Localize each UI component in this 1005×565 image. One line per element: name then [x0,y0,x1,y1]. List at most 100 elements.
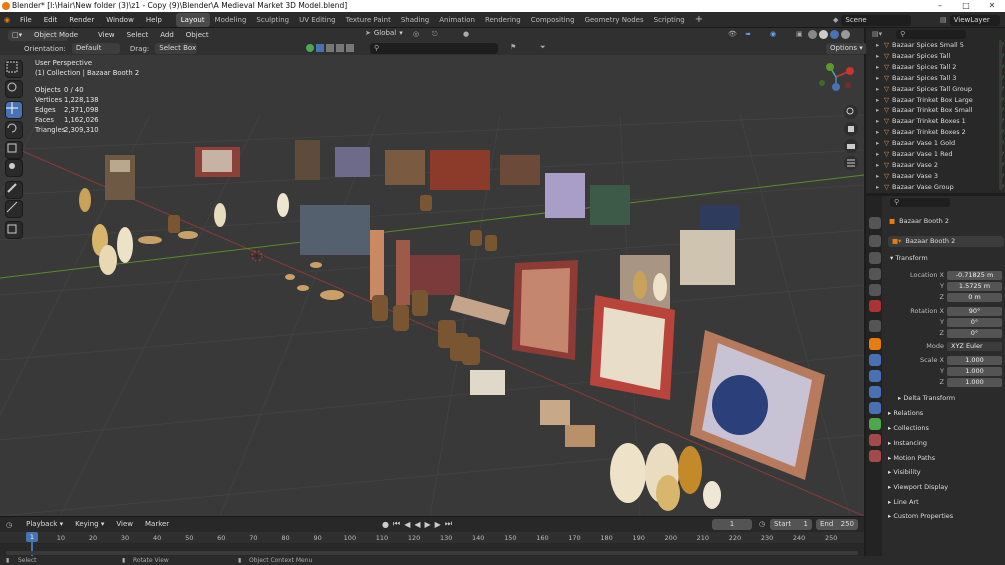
outliner-item[interactable]: ▸▽Bazaar Trinket Box Large▽ [876,95,1004,106]
play-icon[interactable]: ▶ [425,520,431,529]
select-tool-button[interactable] [5,60,23,78]
proportional-edit-icon[interactable]: ● [463,30,469,38]
select-subtract-icon[interactable] [336,44,344,52]
panel-instancing[interactable]: ▸ Instancing [888,439,927,447]
close-icon[interactable]: ✕ [979,0,1005,12]
next-keyframe-icon[interactable]: ▶ [435,520,441,529]
timeline-scrollbar[interactable] [6,551,858,555]
select-invert-icon[interactable] [346,44,354,52]
outliner-item[interactable]: ▸▽Bazaar Vase 1 Gold▽ [876,138,1004,149]
cursor-tool-button[interactable] [5,80,23,98]
current-frame-field[interactable]: 1 [712,519,752,530]
object-name-field[interactable]: ■▾ Bazaar Booth 2 [888,236,1004,247]
timeline-menu-marker[interactable]: Marker [139,519,175,530]
vp-menu-view[interactable]: View [92,27,121,43]
panel-visibility[interactable]: ▸ Visibility [888,468,921,476]
delta-transform-header[interactable]: ▸ Delta Transform [898,394,955,402]
constraints-tab-icon[interactable] [869,402,881,414]
rotation-x-field[interactable]: 90° [947,307,1002,316]
panel-custom-properties[interactable]: ▸ Custom Properties [888,512,953,520]
tab-texture-paint[interactable]: Texture Paint [341,13,396,27]
scale-tool-button[interactable] [5,141,23,159]
rotation-mode-dropdown[interactable]: XYZ Euler [947,342,1002,351]
menu-file[interactable]: File [14,12,38,28]
scale-x-field[interactable]: 1.000 [947,356,1002,365]
panel-relations[interactable]: ▸ Relations [888,409,923,417]
drag-dropdown[interactable]: Select Box [155,43,198,54]
color-picker-icon[interactable] [306,44,314,52]
scene-selector[interactable]: ◆ Scene [833,14,912,26]
gizmo-icon[interactable]: ➠ [745,30,751,38]
menu-window[interactable]: Window [100,12,140,28]
solid-shading-icon[interactable] [819,30,828,39]
physics-tab-icon[interactable] [869,386,881,398]
mode-dropdown[interactable]: Object Mode [30,30,80,41]
outliner-scrollbar[interactable] [999,40,1002,190]
add-cube-tool-button[interactable] [5,221,23,239]
rotation-z-field[interactable]: 0° [947,329,1002,338]
tab-uv-editing[interactable]: UV Editing [294,13,341,27]
outliner-search-input[interactable]: ⚲ [896,29,967,39]
frame-ruler[interactable]: 1102030405060708090100110120130140150160… [0,532,864,543]
expand-arrow-icon[interactable]: ▸ [876,149,884,160]
expand-arrow-icon[interactable]: ▸ [876,116,884,127]
outliner-item[interactable]: ▸▽Bazaar Spices Tall 3▽ [876,73,1004,84]
output-tab-icon[interactable] [869,252,881,264]
render-tab-icon[interactable] [869,235,881,247]
panel-collections[interactable]: ▸ Collections [888,424,929,432]
record-icon[interactable]: ● [382,520,389,529]
snap-icon[interactable]: ⎋ [432,30,438,39]
bookmark-icon[interactable]: ⚑ [510,43,516,51]
expand-arrow-icon[interactable]: ▸ [876,62,884,73]
tab-shading[interactable]: Shading [396,13,434,27]
minimize-icon[interactable]: – [927,0,953,12]
start-frame-field[interactable]: Start 1 [770,519,812,530]
view-layer-field[interactable]: ViewLayer [949,14,1000,26]
expand-arrow-icon[interactable]: ▸ [876,73,884,84]
select-new-icon[interactable] [316,44,324,52]
view-layer-selector[interactable]: ▤ ViewLayer [940,14,1000,26]
pivot-icon[interactable]: ◎ [413,30,419,38]
filter-icon[interactable]: ⏷ [540,43,546,52]
panel-line-art[interactable]: ▸ Line Art [888,498,919,506]
vp-menu-select[interactable]: Select [121,27,155,43]
stopwatch-icon[interactable]: ◷ [759,520,765,528]
location-y-field[interactable]: 1.5725 m [947,282,1002,291]
tool-tab-icon[interactable] [869,217,881,229]
annotate-tool-button[interactable] [5,181,23,199]
play-reverse-icon[interactable]: ◀ [414,520,420,529]
outliner-item[interactable]: ▸▽Bazaar Vase 2▽ [876,160,1004,171]
tab-geometry-nodes[interactable]: Geometry Nodes [580,13,649,27]
material-tab-icon[interactable] [869,434,881,446]
jump-start-icon[interactable]: ⏮ [393,519,400,529]
menu-help[interactable]: Help [140,12,168,28]
expand-arrow-icon[interactable]: ▸ [876,84,884,95]
select-extend-icon[interactable] [326,44,334,52]
panel-viewport-display[interactable]: ▸ Viewport Display [888,483,948,491]
outliner-item[interactable]: ▸▽Bazaar Trinket Box Small▽ [876,105,1004,116]
expand-arrow-icon[interactable]: ▸ [876,95,884,106]
transform-orientation-value[interactable]: Global [374,29,396,37]
measure-tool-button[interactable] [5,200,23,218]
menu-edit[interactable]: Edit [38,12,64,28]
add-workspace-icon[interactable]: + [690,13,708,27]
move-tool-button[interactable] [5,101,23,119]
3d-viewport[interactable]: User Perspective (1) Collection | Bazaar… [0,55,864,516]
maximize-icon[interactable]: □ [953,0,979,12]
transform-panel-header[interactable]: ▾ Transform [890,254,928,262]
grid-toggle-icon[interactable] [844,156,858,170]
material-shading-icon[interactable] [830,30,839,39]
location-x-field[interactable]: -0.71825 m [947,271,1002,280]
camera-icon[interactable] [844,139,858,153]
rotate-tool-button[interactable] [5,121,23,139]
expand-arrow-icon[interactable]: ▸ [876,40,884,51]
transform-orientation[interactable]: ➤ Global ▾ [365,29,403,37]
tab-modeling[interactable]: Modeling [210,13,252,27]
data-tab-icon[interactable] [869,418,881,430]
pan-hand-icon[interactable] [844,122,858,136]
tab-animation[interactable]: Animation [434,13,480,27]
orientation-dropdown[interactable]: Default [71,43,120,54]
navigation-gizmo[interactable] [819,63,854,91]
scale-y-field[interactable]: 1.000 [947,367,1002,376]
scale-z-field[interactable]: 1.000 [947,378,1002,387]
